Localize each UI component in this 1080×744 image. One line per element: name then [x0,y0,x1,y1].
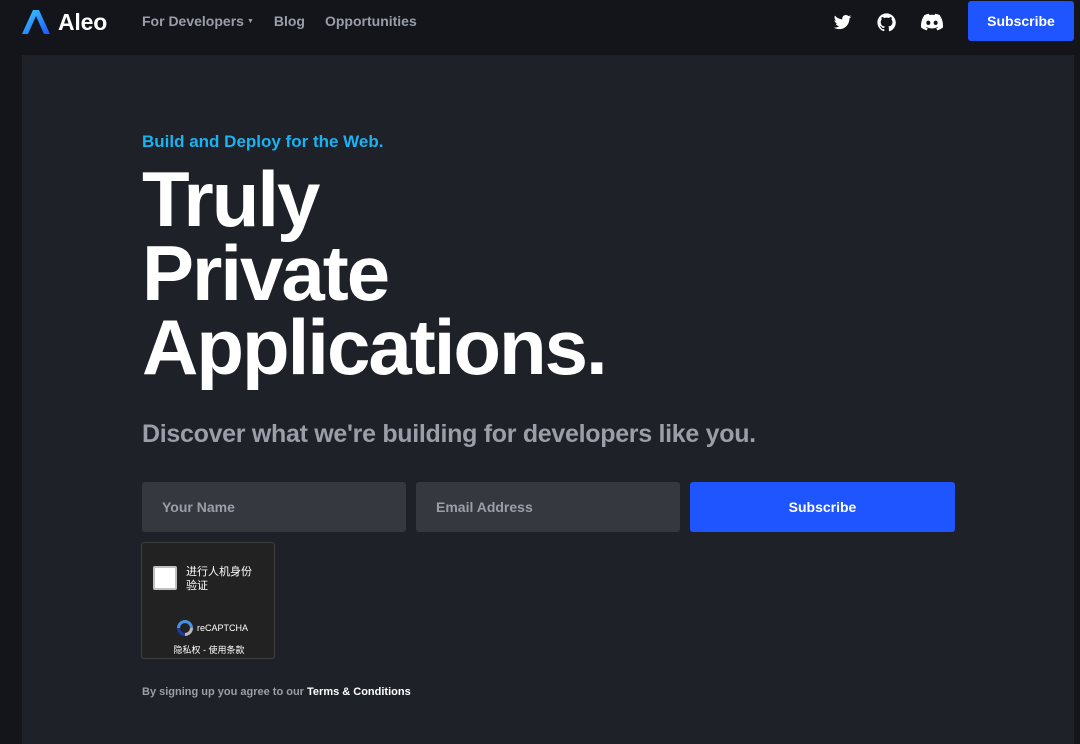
nav-link-blog[interactable]: Blog [274,13,305,29]
recaptcha-label-line-2: 验证 [186,580,208,592]
recaptcha-label-line-1: 进行人机身份 [186,566,252,578]
recaptcha-privacy-link[interactable]: 隐私权 [173,645,200,655]
nav-link-label: For Developers [142,13,244,29]
email-input[interactable] [416,482,680,532]
recaptcha-checkbox[interactable] [153,566,177,590]
recaptcha-label: 进行人机身份 验证 [186,565,270,593]
recaptcha-links: 隐私权 - 使用条款 [142,643,276,656]
nav-link-for-developers[interactable]: For Developers ▼ [142,13,254,29]
form-subscribe-button[interactable]: Subscribe [690,482,955,532]
recaptcha-brand: reCAPTCHA [197,623,249,633]
hero-headline: Truly Private Applications. [142,155,608,391]
name-input[interactable] [142,482,406,532]
caret-down-icon: ▼ [246,17,254,25]
recaptcha-widget: 进行人机身份 验证 reCAPTCHA 隐私权 - 使用条款 [141,542,275,659]
recaptcha-terms-link[interactable]: 使用条款 [209,645,245,655]
nav-subscribe-button[interactable]: Subscribe [968,1,1074,41]
twitter-icon[interactable] [831,11,853,33]
recaptcha-link-separator: - [200,645,209,655]
discord-icon[interactable] [920,11,944,33]
terms-notice: By signing up you agree to our Terms & C… [142,686,411,698]
hero-eyebrow: Build and Deploy for the Web. [142,132,384,151]
nav-links: For Developers ▼ Blog Opportunities [142,13,417,29]
recaptcha-logo-icon [177,620,193,636]
top-nav: Aleo For Developers ▼ Blog Opportunities… [0,0,1080,46]
brand-logo[interactable]: Aleo [22,8,107,36]
headline-line-1: Truly [142,155,320,243]
aleo-logo-icon [22,10,50,34]
headline-line-3: Applications. [142,303,608,391]
terms-conditions-link[interactable]: Terms & Conditions [307,686,411,698]
headline-line-2: Private [142,229,390,317]
terms-prefix: By signing up you agree to our [142,686,308,698]
nav-link-opportunities[interactable]: Opportunities [325,13,417,29]
github-icon[interactable] [875,11,897,33]
hero-subhead: Discover what we're building for develop… [142,420,756,448]
brand-name: Aleo [58,8,108,35]
